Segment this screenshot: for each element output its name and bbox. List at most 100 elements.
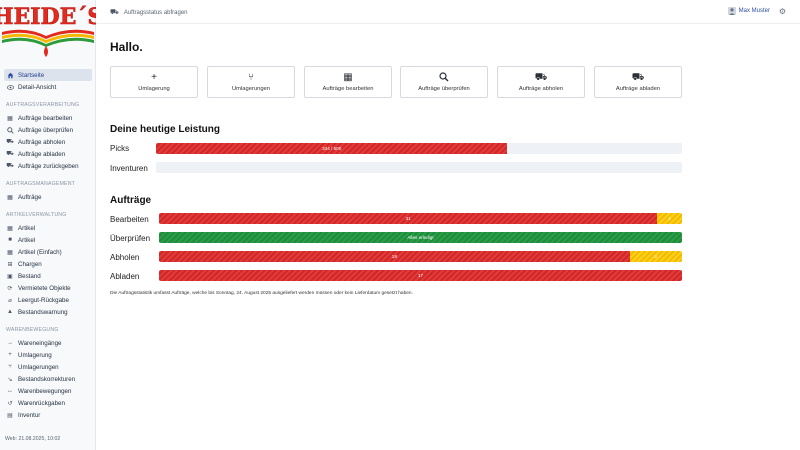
quick-actions: + Umlagerung ⑂ Umlagerungen ▦ Aufträge b… — [110, 66, 682, 98]
picks-label: Picks — [110, 144, 130, 153]
avatar — [727, 7, 736, 15]
sidebar-item-label: Bestandskorrekturen — [18, 375, 76, 383]
sidebar-item-label: Aufträge abholen — [18, 138, 66, 146]
box-icon: ■ — [8, 237, 12, 243]
home-icon — [6, 71, 14, 79]
action-label: Aufträge abholen — [518, 86, 564, 92]
performance-title: Deine heutige Leistung — [110, 124, 221, 135]
sidebar-section-title: AUFTRAGSMANAGEMENT — [6, 181, 76, 187]
sidebar-item-bestandskorrekturen[interactable]: ↘ Bestandskorrekturen — [4, 373, 92, 385]
action-label: Umlagerung — [138, 86, 170, 92]
action-umlagerung-button[interactable]: + Umlagerung — [110, 66, 198, 98]
ueberpruefen-done-segment: Alles erledigt — [159, 232, 682, 243]
sidebar-item-wareneingaenge[interactable]: → Wareneingänge — [4, 337, 92, 349]
sidebar-item-bestandswarnung[interactable]: ▲ Bestandswarnung — [4, 306, 92, 318]
boxes-icon: ▦ — [7, 115, 13, 122]
action-auftraege-bearbeiten-button[interactable]: ▦ Aufträge bearbeiten — [304, 66, 392, 98]
page-title: Hallo. — [110, 40, 143, 54]
picks-progress-text: 334 / 500 — [322, 146, 342, 151]
sidebar-item-startseite[interactable]: Startseite — [4, 69, 92, 81]
sidebar-item-umlagerung[interactable]: + Umlagerung — [4, 349, 92, 361]
search-icon — [439, 72, 449, 83]
sidebar-item-vermietete-objekte[interactable]: ⟳ Vermietete Objekte — [4, 282, 92, 294]
segment-text: 18 — [391, 254, 397, 259]
sidebar-item-label: Inventur — [18, 411, 41, 419]
user-name: Max Muster — [738, 8, 770, 14]
brand-logo[interactable]: HEIDE´S — [0, 2, 96, 60]
sidebar-item-label: Bestandswarnung — [18, 308, 68, 316]
sidebar-item-artikel-2[interactable]: ■ Artikel — [4, 234, 92, 246]
sidebar-item-label: Warenbewegungen — [18, 387, 72, 395]
abholen-pending-segment: 2 — [629, 251, 682, 262]
action-auftraege-abladen-button[interactable]: ⛟ Aufträge abladen — [594, 66, 682, 98]
ueberpruefen-bar: Alles erledigt — [159, 232, 682, 243]
sidebar-item-label: Artikel — [18, 224, 36, 232]
dolly-icon: ⛟ — [6, 139, 14, 145]
gear-icon[interactable]: ⚙ — [779, 7, 786, 16]
plus-icon: + — [151, 72, 157, 83]
boxes-icon: ▦ — [343, 72, 353, 83]
warehouse-icon: ▣ — [7, 273, 13, 280]
orders-note: Die Auftragsstatistik umfasst Aufträge, … — [110, 291, 413, 296]
sidebar-item-artikel[interactable]: ▦ Artikel — [4, 222, 92, 234]
sidebar-item-warenrueckgaben[interactable]: ↺ Warenrückgaben — [4, 397, 92, 409]
sidebar-item-warenbewegungen[interactable]: ↔ Warenbewegungen — [4, 385, 92, 397]
cycle-icon: ⟳ — [7, 285, 13, 292]
segment-text: 1 — [668, 216, 671, 221]
action-umlagerungen-button[interactable]: ⑂ Umlagerungen — [207, 66, 295, 98]
inventory-icon: ▤ — [7, 412, 13, 419]
dolly-icon: ⛟ — [534, 72, 548, 83]
undo-icon: ↺ — [7, 400, 13, 407]
sidebar-item-auftraege-ueberpruefen[interactable]: Aufträge überprüfen — [4, 124, 92, 136]
truck-icon: ⛟ — [110, 9, 119, 16]
abholen-open-segment: 18 — [159, 251, 630, 262]
abladen-bar: 17 — [159, 270, 682, 281]
sidebar-item-artikel-einfach[interactable]: ▦ Artikel (Einfach) — [4, 246, 92, 258]
version-text: Web: 21.08.2025, 10:02 — [5, 436, 61, 442]
user-menu[interactable]: Max Muster — [727, 7, 770, 15]
sidebar-item-label: Detail-Ansicht — [18, 83, 57, 91]
action-auftraege-ueberpruefen-button[interactable]: Aufträge überprüfen — [400, 66, 488, 98]
sidebar-item-label: Vermietete Objekte — [18, 284, 71, 292]
picks-progress: 334 / 500 — [156, 143, 682, 154]
bearbeiten-pending-segment: 1 — [657, 213, 682, 224]
sidebar-item-auftraege-bearbeiten[interactable]: ▦ Aufträge bearbeiten — [4, 112, 92, 124]
sidebar-item-chargen[interactable]: ⊞ Chargen — [4, 258, 92, 270]
sitemap-icon: ⊞ — [7, 261, 13, 268]
bearbeiten-label: Bearbeiten — [110, 215, 149, 224]
action-auftraege-abholen-button[interactable]: ⛟ Aufträge abholen — [497, 66, 585, 98]
sidebar-item-label: Umlagerungen — [18, 363, 59, 371]
sidebar-item-label: Wareneingänge — [18, 339, 62, 347]
sidebar-item-umlagerungen[interactable]: ⑂ Umlagerungen — [4, 361, 92, 373]
sidebar-item-label: Leergut-Rückgabe — [18, 296, 69, 304]
bearbeiten-bar: 31 1 — [159, 213, 682, 224]
sidebar-item-label: Aufträge — [18, 193, 42, 201]
bottle-icon: ⌀ — [8, 297, 12, 304]
boxes-icon: ▦ — [7, 194, 13, 201]
warning-icon: ▲ — [7, 309, 13, 315]
ueberpruefen-label: Überprüfen — [110, 234, 151, 243]
action-label: Aufträge abladen — [615, 86, 661, 92]
sidebar-section-title: WARENBEWEGUNG — [6, 327, 59, 333]
abholen-bar: 18 2 — [159, 251, 682, 262]
search-icon — [6, 126, 14, 134]
sidebar-item-auftraege-abladen[interactable]: ⛟ Aufträge abladen — [4, 148, 92, 160]
sidebar-item-detail-ansicht[interactable]: Detail-Ansicht — [4, 81, 92, 93]
bearbeiten-open-segment: 31 — [159, 213, 658, 224]
boxes-icon: ▦ — [7, 225, 13, 232]
correction-icon: ↘ — [7, 376, 13, 383]
sidebar-item-label: Warenrückgaben — [18, 399, 65, 407]
segment-text: 31 — [405, 216, 411, 221]
branch-icon: ⑂ — [248, 72, 254, 83]
sidebar-item-leergut-rueckgabe[interactable]: ⌀ Leergut-Rückgabe — [4, 294, 92, 306]
sidebar-item-label: Chargen — [18, 260, 42, 268]
segment-text: 17 — [417, 273, 424, 278]
sidebar-item-auftraege-zurueckgeben[interactable]: ⛟ Aufträge zurückgeben — [4, 160, 92, 172]
sidebar-item-auftraege[interactable]: ▦ Aufträge — [4, 191, 92, 203]
sidebar-item-bestand[interactable]: ▣ Bestand — [4, 270, 92, 282]
topbar: ⛟ Auftragsstatus abfragen Max Muster ⚙ — [96, 0, 800, 24]
sidebar-item-inventur[interactable]: ▤ Inventur — [4, 409, 92, 421]
sidebar-item-auftraege-abholen[interactable]: ⛟ Aufträge abholen — [4, 136, 92, 148]
order-status-link[interactable]: ⛟ Auftragsstatus abfragen — [110, 8, 188, 17]
return-truck-icon: ⛟ — [6, 163, 14, 169]
